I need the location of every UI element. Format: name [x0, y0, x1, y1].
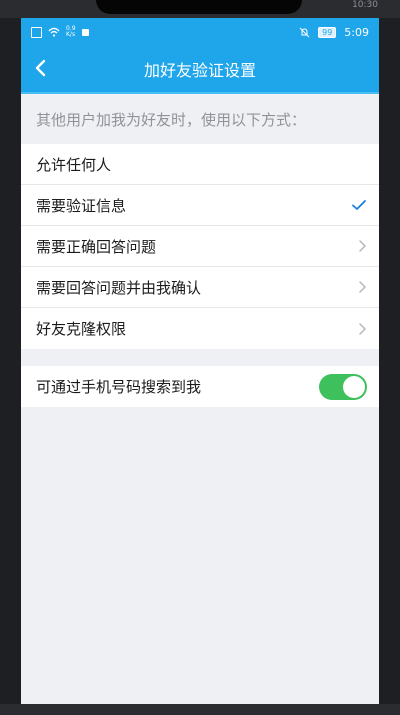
option-friend-clone-permission[interactable]: 好友克隆权限 — [21, 308, 379, 349]
status-time: 5:09 — [344, 25, 369, 39]
section-description: 其他用户加我为好友时，使用以下方式： — [36, 110, 307, 129]
status-left: 0.9 K/s — [31, 26, 89, 38]
option-label: 好友克隆权限 — [36, 320, 127, 338]
option-allow-anyone[interactable]: 允许任何人 — [21, 144, 379, 185]
phone-search-group: 可通过手机号码搜索到我 — [21, 366, 379, 407]
device-notch — [96, 0, 302, 14]
back-arrow-icon[interactable] — [31, 58, 51, 78]
mute-bell-icon — [299, 27, 310, 37]
sim-icon — [31, 26, 42, 38]
option-answer-and-confirm[interactable]: 需要回答问题并由我确认 — [21, 267, 379, 308]
device-frame-bottom — [0, 704, 400, 715]
notification-icon — [81, 28, 89, 36]
battery-indicator: 99 — [318, 26, 337, 38]
net-speed: 0.9 K/s — [66, 26, 76, 38]
option-label: 需要正确回答问题 — [36, 237, 157, 256]
option-label: 允许任何人 — [36, 155, 112, 174]
phone-search-toggle[interactable] — [319, 373, 367, 400]
device-frame-top: 10:30 — [0, 0, 400, 18]
device-clock: 10:30 — [352, 0, 378, 10]
nav-bar: 加好友验证设置 — [21, 46, 379, 94]
wifi-icon — [48, 27, 60, 37]
phone-screen: 0.9 K/s 99 5:09 加好友验证设置 其他用户加我为好友时，使用以下方… — [21, 18, 379, 704]
checkmark-icon — [352, 200, 366, 210]
phone-search-row: 可通过手机号码搜索到我 — [21, 366, 379, 407]
page-title: 加好友验证设置 — [143, 61, 256, 80]
status-bar: 0.9 K/s 99 5:09 — [21, 18, 379, 46]
phone-search-label: 可通过手机号码搜索到我 — [36, 378, 202, 396]
option-label: 需要回答问题并由我确认 — [36, 278, 202, 297]
option-require-verification[interactable]: 需要验证信息 — [21, 185, 379, 226]
toggle-knob — [343, 375, 365, 398]
option-correct-answer[interactable]: 需要正确回答问题 — [21, 226, 379, 267]
option-label: 需要验证信息 — [36, 196, 127, 215]
chevron-right-icon — [359, 281, 366, 293]
status-right: 99 5:09 — [299, 26, 369, 39]
chevron-right-icon — [359, 240, 366, 252]
chevron-right-icon — [359, 322, 366, 335]
verification-options: 允许任何人 需要验证信息 需要正确回答问题 需要回答问题并由我确认 好友克隆权限 — [21, 144, 379, 349]
net-speed-unit: K/s — [66, 31, 76, 38]
